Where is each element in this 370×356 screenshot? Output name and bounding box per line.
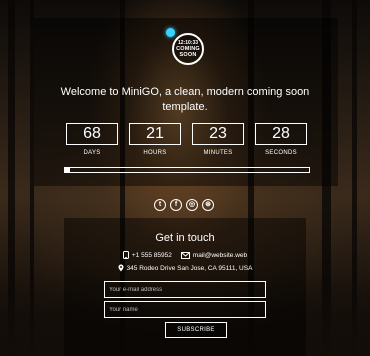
contact-address: 345 Rodeo Drive San Jose, CA 95111, USA <box>126 264 253 272</box>
contact-title: Get in touch <box>155 232 215 244</box>
progress-fill <box>65 168 70 172</box>
contact-phone-email-row: +1 555 85952 mail@website.web <box>64 251 306 259</box>
map-marker-icon <box>118 264 124 272</box>
countdown-seconds-label: SECONDS <box>265 150 297 156</box>
dribbble-icon[interactable]: ⊛ <box>202 199 214 211</box>
coming-soon-logo: 12:10:33 COMING SOON <box>172 33 204 65</box>
email-field[interactable] <box>104 281 266 298</box>
facebook-icon[interactable]: f <box>170 199 182 211</box>
countdown-hours-label: HOURS <box>143 150 167 156</box>
countdown-minutes-label: MINUTES <box>203 150 233 156</box>
twitter-icon[interactable]: t <box>154 199 166 211</box>
instagram-icon[interactable]: ◎ <box>186 199 198 211</box>
phone-icon <box>122 251 129 259</box>
launch-progress-bar <box>64 167 310 173</box>
countdown-days: 68 <box>66 123 118 145</box>
logo-accent-dot <box>166 28 175 37</box>
name-field[interactable] <box>104 301 266 318</box>
countdown-hours: 21 <box>129 123 181 145</box>
social-links: t f ◎ ⊛ <box>154 199 214 211</box>
countdown-days-label: DAYS <box>83 150 101 156</box>
countdown-minutes: 23 <box>192 123 244 145</box>
contact-phone: +1 555 85952 <box>131 251 172 259</box>
countdown-seconds: 28 <box>255 123 307 145</box>
contact-address-row: 345 Rodeo Drive San Jose, CA 95111, USA <box>64 264 306 272</box>
mail-icon <box>180 251 190 259</box>
subscribe-button[interactable]: SUBSCRIBE <box>165 322 227 338</box>
contact-email[interactable]: mail@website.web <box>193 252 247 259</box>
logo-line-2: SOON <box>179 52 197 58</box>
headline: Welcome to MiniGO, a clean, modern comin… <box>60 86 310 113</box>
